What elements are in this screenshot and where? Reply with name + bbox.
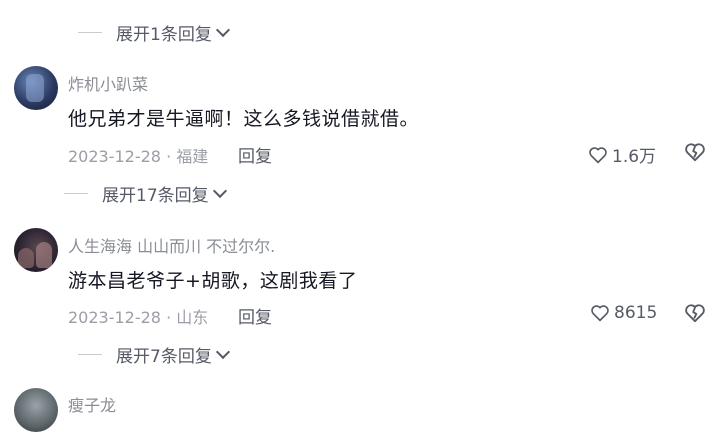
avatar[interactable] — [14, 388, 58, 432]
heart-icon — [589, 146, 607, 163]
avatar[interactable] — [14, 228, 58, 272]
expand-replies-label: 展开7条回复 — [116, 347, 212, 367]
comment-text: 游本昌老爷子+胡歌，这剧我看了 — [68, 270, 358, 292]
like-button[interactable]: 8615 — [590, 303, 657, 323]
chevron-down-icon — [215, 344, 230, 360]
like-count: 1.6万 — [612, 147, 657, 167]
heart-icon — [591, 305, 609, 322]
dislike-button[interactable] — [684, 142, 706, 166]
reply-button[interactable]: 回复 — [238, 303, 272, 328]
dislike-button[interactable] — [684, 303, 706, 327]
previous-like-remnant — [600, 0, 690, 4]
comment-date-location: 2023-12-28 · 山东 — [68, 308, 209, 327]
divider-line — [64, 193, 88, 194]
comment-username[interactable]: 瘦子龙 — [68, 392, 116, 416]
reply-button[interactable]: 回复 — [238, 142, 272, 167]
like-count: 8615 — [614, 303, 658, 323]
previous-comment-remnant — [70, 0, 280, 4]
expand-replies-button[interactable]: 展开17条回复 — [64, 181, 227, 206]
comment-username[interactable]: 炸机小趴菜 — [68, 71, 148, 95]
chevron-down-icon — [212, 183, 227, 199]
comment-date-location: 2023-12-28 · 福建 — [68, 147, 209, 166]
like-button[interactable]: 1.6万 — [588, 142, 656, 167]
dislike-heart-icon — [685, 143, 705, 162]
expand-replies-label: 展开17条回复 — [102, 186, 209, 206]
dislike-heart-icon — [685, 304, 705, 323]
divider-line — [78, 32, 102, 33]
expand-replies-label: 展开1条回复 — [116, 25, 212, 45]
divider-line — [78, 354, 102, 355]
expand-replies-button[interactable]: 展开7条回复 — [78, 342, 230, 367]
chevron-down-icon — [215, 22, 230, 38]
comment-username[interactable]: 人生海海 山山而川 不过尔尔. — [68, 233, 275, 257]
comment-text: 他兄弟才是牛逼啊！这么多钱说借就借。 — [68, 108, 420, 130]
expand-replies-button[interactable]: 展开1条回复 — [78, 20, 230, 45]
avatar[interactable] — [14, 66, 58, 110]
